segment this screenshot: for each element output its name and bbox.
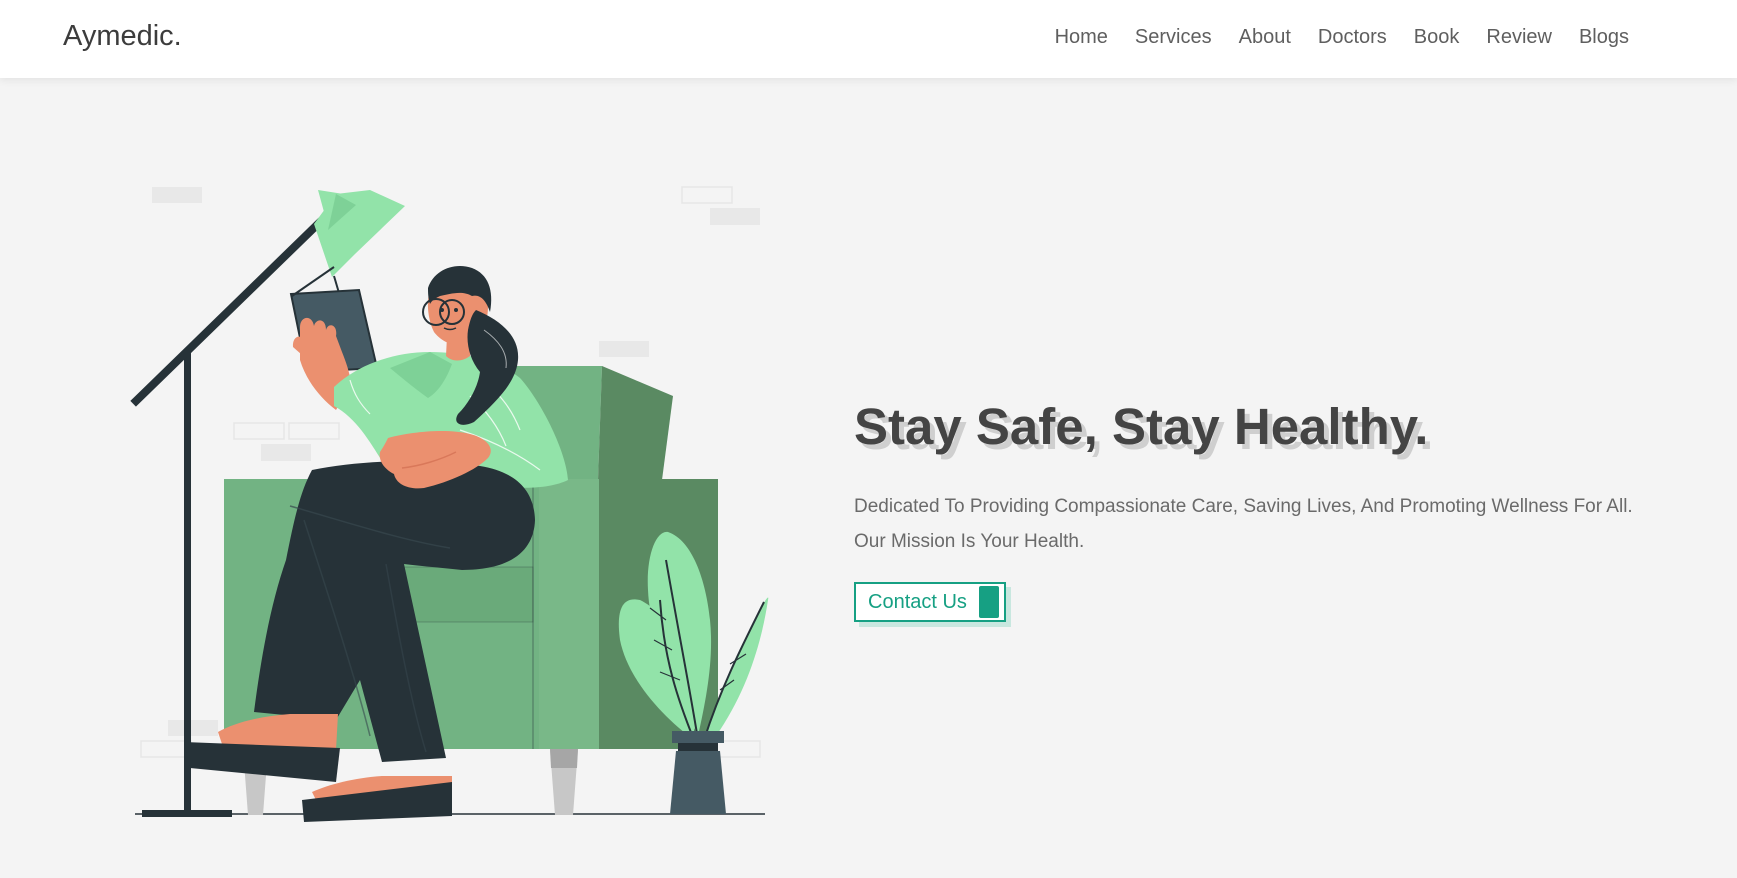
navbar: Aymedic. Home Services About Doctors Boo…	[0, 0, 1737, 78]
nav-doctors[interactable]: Doctors	[1318, 26, 1387, 49]
nav-review[interactable]: Review	[1486, 26, 1552, 49]
nav-home[interactable]: Home	[1055, 26, 1108, 49]
nav-about[interactable]: About	[1239, 26, 1291, 49]
hero-title: Stay Safe, Stay Healthy.	[854, 398, 1429, 455]
woman-reading-illustration	[130, 186, 769, 822]
contact-us-button[interactable]: Contact Us	[854, 582, 1006, 622]
contact-us-label: Contact Us	[868, 590, 967, 613]
nav-services[interactable]: Services	[1135, 26, 1212, 49]
nav-book[interactable]: Book	[1414, 26, 1460, 49]
hero-description: Dedicated To Providing Compassionate Car…	[854, 496, 1633, 552]
nav-blogs[interactable]: Blogs	[1579, 26, 1629, 49]
button-accent-block	[979, 586, 999, 618]
main-nav: Home Services About Doctors Book Review …	[1055, 26, 1629, 49]
logo[interactable]: Aymedic.	[63, 20, 182, 53]
